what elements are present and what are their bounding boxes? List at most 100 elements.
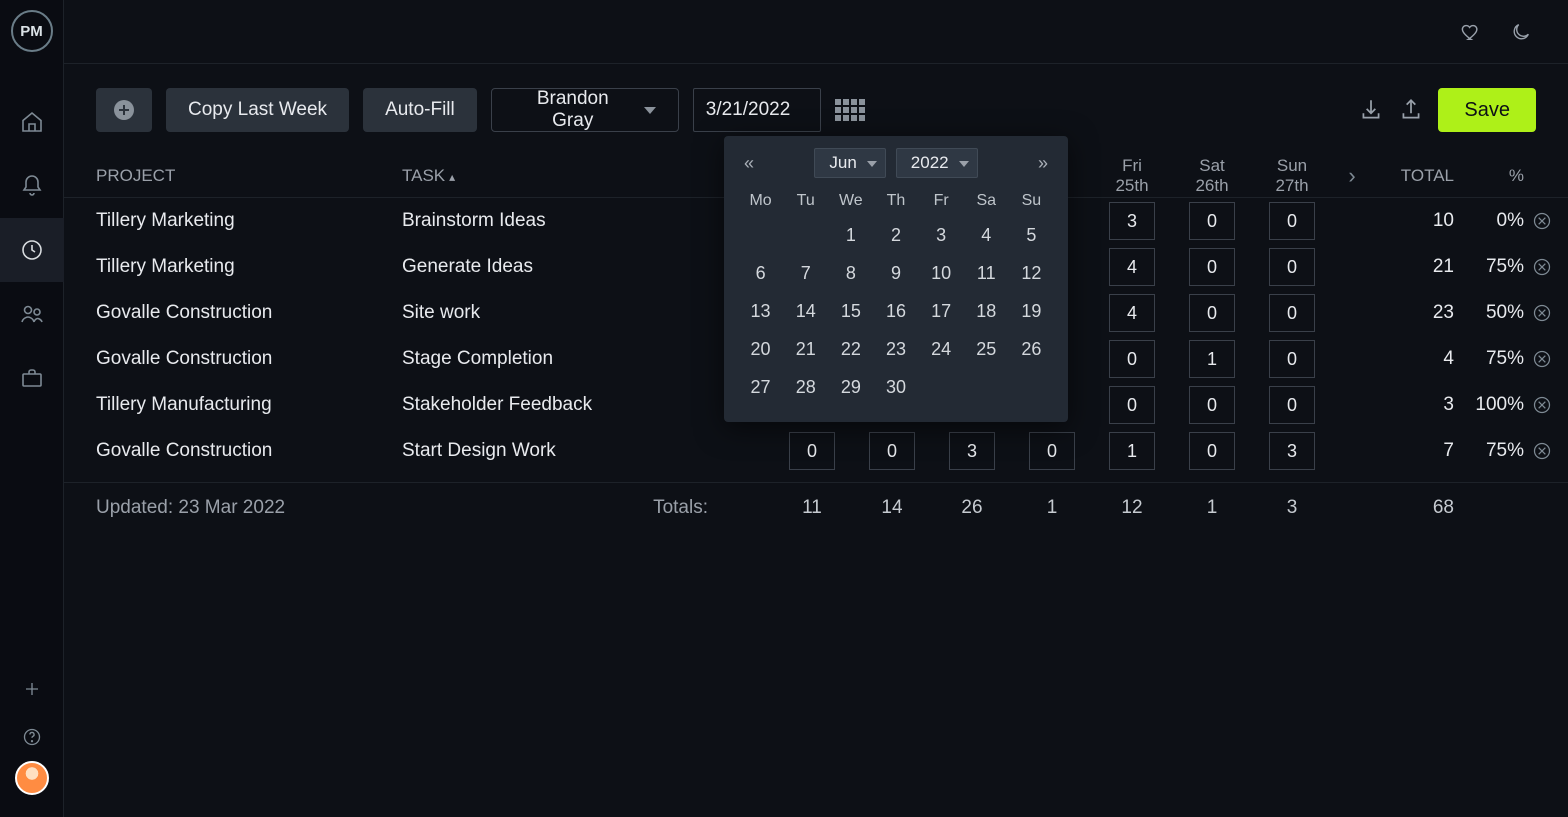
delete-row-button[interactable] bbox=[1532, 441, 1568, 461]
auto-fill-button[interactable]: Auto-Fill bbox=[363, 88, 477, 132]
nav-projects[interactable] bbox=[0, 346, 64, 410]
calendar-day[interactable]: 9 bbox=[873, 254, 918, 292]
hour-input[interactable]: 0 bbox=[1189, 202, 1235, 240]
calendar-grid: MoTuWeThFrSaSu12345678910111213141516171… bbox=[738, 186, 1054, 406]
hour-input[interactable]: 1 bbox=[1109, 432, 1155, 470]
import-button[interactable] bbox=[1358, 97, 1384, 123]
calendar-day[interactable]: 19 bbox=[1009, 292, 1054, 330]
hour-input[interactable]: 0 bbox=[1269, 386, 1315, 424]
calendar-next[interactable]: » bbox=[1032, 149, 1054, 178]
close-circle-icon bbox=[1532, 211, 1552, 231]
calendar-day[interactable]: 20 bbox=[738, 330, 783, 368]
calendar-day[interactable]: 25 bbox=[964, 330, 1009, 368]
calendar-weekday: Th bbox=[873, 186, 918, 216]
moon-icon bbox=[1510, 21, 1532, 43]
nav-team[interactable] bbox=[0, 282, 64, 346]
copy-last-week-button[interactable]: Copy Last Week bbox=[166, 88, 349, 132]
hour-input[interactable]: 0 bbox=[1269, 248, 1315, 286]
topbar-action-2[interactable] bbox=[1510, 21, 1532, 43]
calendar-weekday: We bbox=[828, 186, 873, 216]
delete-row-button[interactable] bbox=[1532, 349, 1568, 369]
hour-input[interactable]: 4 bbox=[1109, 294, 1155, 332]
calendar-day[interactable]: 6 bbox=[738, 254, 783, 292]
calendar-day[interactable]: 3 bbox=[919, 216, 964, 254]
calendar-day[interactable]: 4 bbox=[964, 216, 1009, 254]
nav-notifications[interactable] bbox=[0, 154, 64, 218]
calendar-day[interactable]: 1 bbox=[828, 216, 873, 254]
calendar-day[interactable]: 2 bbox=[873, 216, 918, 254]
delete-row-button[interactable] bbox=[1532, 211, 1568, 231]
col-task[interactable]: TASK bbox=[402, 166, 732, 186]
calendar-weekday: Fr bbox=[919, 186, 964, 216]
hour-input[interactable]: 0 bbox=[1189, 432, 1235, 470]
hour-input[interactable]: 0 bbox=[1269, 202, 1315, 240]
cell-total: 7 bbox=[1372, 440, 1462, 462]
calendar-day[interactable]: 7 bbox=[783, 254, 828, 292]
calendar-day[interactable]: 22 bbox=[828, 330, 873, 368]
nav-timesheet[interactable] bbox=[0, 218, 64, 282]
hour-input[interactable]: 0 bbox=[1189, 386, 1235, 424]
total-col-3: 1 bbox=[1012, 497, 1092, 519]
hour-input[interactable]: 0 bbox=[789, 432, 835, 470]
nav-add[interactable] bbox=[0, 665, 64, 713]
calendar-day[interactable]: 28 bbox=[783, 368, 828, 406]
user-select[interactable]: Brandon Gray bbox=[491, 88, 679, 132]
calendar-day[interactable]: 16 bbox=[873, 292, 918, 330]
save-button[interactable]: Save bbox=[1438, 88, 1536, 132]
total-col-6: 3 bbox=[1252, 497, 1332, 519]
week-next[interactable]: › bbox=[1332, 163, 1372, 189]
calendar-day[interactable]: 11 bbox=[964, 254, 1009, 292]
calendar-day[interactable]: 5 bbox=[1009, 216, 1054, 254]
calendar-day[interactable]: 18 bbox=[964, 292, 1009, 330]
hour-input[interactable]: 4 bbox=[1109, 248, 1155, 286]
day-head-6: Sun27th bbox=[1252, 156, 1332, 195]
col-project[interactable]: PROJECT bbox=[96, 166, 402, 186]
calendar-day[interactable]: 24 bbox=[919, 330, 964, 368]
delete-row-button[interactable] bbox=[1532, 257, 1568, 277]
nav-help[interactable] bbox=[0, 713, 64, 761]
calendar-day[interactable]: 26 bbox=[1009, 330, 1054, 368]
hour-input[interactable]: 1 bbox=[1189, 340, 1235, 378]
calendar-day[interactable]: 30 bbox=[873, 368, 918, 406]
calendar-day[interactable]: 23 bbox=[873, 330, 918, 368]
calendar-day[interactable]: 13 bbox=[738, 292, 783, 330]
hour-input[interactable]: 0 bbox=[1109, 386, 1155, 424]
add-entry-button[interactable] bbox=[96, 88, 152, 132]
calendar-day[interactable]: 27 bbox=[738, 368, 783, 406]
hour-input[interactable]: 0 bbox=[1269, 294, 1315, 332]
calendar-day[interactable]: 10 bbox=[919, 254, 964, 292]
calendar-weekday: Su bbox=[1009, 186, 1054, 216]
calendar-year-select[interactable]: 2022 bbox=[896, 148, 978, 178]
hour-input[interactable]: 3 bbox=[1109, 202, 1155, 240]
calendar-button[interactable] bbox=[835, 96, 865, 124]
calendar-prev[interactable]: « bbox=[738, 149, 760, 178]
cell-total: 23 bbox=[1372, 302, 1462, 324]
calendar-day[interactable]: 14 bbox=[783, 292, 828, 330]
calendar-day[interactable]: 15 bbox=[828, 292, 873, 330]
hour-input[interactable]: 0 bbox=[1029, 432, 1075, 470]
hour-input[interactable]: 3 bbox=[1269, 432, 1315, 470]
hour-input[interactable]: 0 bbox=[869, 432, 915, 470]
calendar-day[interactable]: 17 bbox=[919, 292, 964, 330]
delete-row-button[interactable] bbox=[1532, 395, 1568, 415]
calendar-day[interactable]: 12 bbox=[1009, 254, 1054, 292]
hour-input[interactable]: 3 bbox=[949, 432, 995, 470]
calendar-month-select[interactable]: Jun bbox=[814, 148, 885, 178]
nav-home[interactable] bbox=[0, 90, 64, 154]
date-input[interactable] bbox=[693, 88, 821, 132]
topbar-action-1[interactable] bbox=[1460, 21, 1482, 43]
calendar-day[interactable]: 21 bbox=[783, 330, 828, 368]
user-avatar[interactable] bbox=[15, 761, 49, 795]
delete-row-button[interactable] bbox=[1532, 303, 1568, 323]
cell-task: Brainstorm Ideas bbox=[402, 210, 732, 232]
hour-input[interactable]: 0 bbox=[1269, 340, 1315, 378]
export-button[interactable] bbox=[1398, 97, 1424, 123]
hour-input[interactable]: 0 bbox=[1189, 248, 1235, 286]
bell-icon bbox=[20, 174, 44, 198]
calendar-day[interactable]: 29 bbox=[828, 368, 873, 406]
calendar-day[interactable]: 8 bbox=[828, 254, 873, 292]
plus-circle-icon bbox=[112, 98, 136, 122]
hour-input[interactable]: 0 bbox=[1189, 294, 1235, 332]
hour-input[interactable]: 0 bbox=[1109, 340, 1155, 378]
app-logo[interactable]: PM bbox=[11, 10, 53, 52]
